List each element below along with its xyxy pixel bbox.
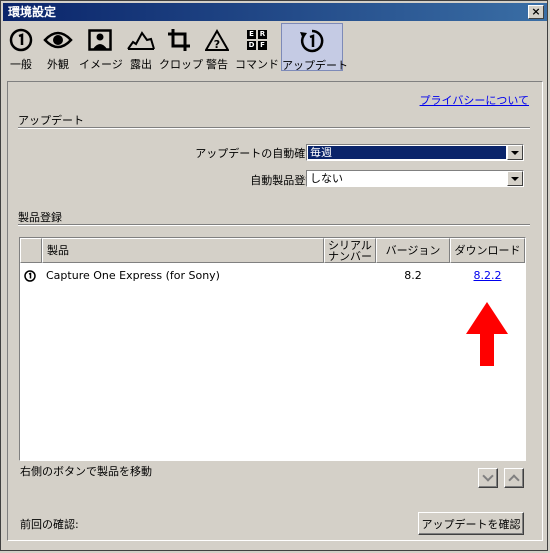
tab-update[interactable]: アップデート: [281, 23, 348, 72]
registration-section-title: 製品登録: [18, 211, 62, 224]
column-header-product[interactable]: 製品: [42, 238, 324, 263]
product-version: 8.2: [404, 269, 422, 282]
key-r: R: [258, 30, 267, 39]
last-check-label: 前回の確認:: [20, 518, 79, 531]
download-link[interactable]: 8.2.2: [450, 268, 525, 284]
tab-label: クロップ: [159, 58, 203, 71]
serial-header-line1: シリアル: [328, 238, 372, 252]
product-status-icon: [24, 268, 36, 284]
close-button[interactable]: ×: [528, 5, 544, 19]
move-hint: 右側のボタンで製品を移動: [20, 465, 152, 478]
tab-label: 警告: [206, 58, 228, 71]
crop-icon: [159, 26, 199, 54]
tab-label: 露出: [130, 58, 152, 71]
svg-text:?: ?: [214, 38, 220, 51]
update-section-divider: [18, 127, 530, 129]
auto-register-select[interactable]: しない: [306, 170, 524, 187]
title-bar[interactable]: 環境設定 ×: [3, 3, 547, 21]
auto-check-value: 毎週: [308, 146, 506, 159]
column-header-serial[interactable]: シリアル ナンバー: [324, 238, 376, 263]
auto-register-value: しない: [310, 172, 343, 185]
key-e: E: [247, 30, 256, 39]
chevron-down-icon: [482, 470, 494, 482]
update-section-title: アップデート: [18, 114, 84, 127]
portrait-icon: [79, 26, 121, 54]
check-updates-button[interactable]: アップデートを確認: [418, 512, 524, 535]
tab-label: コマンド: [235, 58, 279, 71]
content-panel: プライバシーについて アップデート アップデートの自動確認: 毎週 自動製品登録…: [7, 81, 543, 541]
tab-general[interactable]: 一般: [5, 23, 37, 71]
key-f: F: [258, 41, 267, 50]
move-down-button[interactable]: [478, 468, 498, 488]
keyboard-icon: E R D F: [235, 26, 279, 54]
warning-icon: ?: [201, 26, 233, 54]
product-name: Capture One Express (for Sony): [46, 269, 220, 282]
tab-warning[interactable]: ? 警告: [201, 23, 233, 71]
tab-crop[interactable]: クロップ: [159, 23, 203, 71]
tab-label: イメージ: [79, 58, 123, 71]
tab-label: 外観: [47, 58, 69, 71]
red-arrow-icon: [463, 300, 511, 371]
product-table: 製品 シリアル ナンバー バージョン ダウンロード Capture One Ex…: [19, 237, 526, 461]
registration-section-divider: [18, 224, 530, 226]
tab-commands[interactable]: E R D F コマンド: [235, 23, 279, 71]
window-title: 環境設定: [8, 5, 57, 19]
chevron-down-icon[interactable]: [507, 145, 523, 160]
privacy-link[interactable]: プライバシーについて: [420, 92, 529, 108]
tab-exposure[interactable]: 露出: [123, 23, 159, 71]
tab-appearance[interactable]: 外観: [39, 23, 77, 71]
preferences-window: 環境設定 × 一般 外観 イメージ 露出 クロップ ? 警告 E R D F コ…: [0, 0, 548, 551]
auto-check-select[interactable]: 毎週: [306, 144, 524, 161]
chevron-up-icon: [508, 474, 520, 486]
update-icon: [282, 27, 342, 55]
histogram-icon: [123, 26, 159, 54]
column-header-icon[interactable]: [20, 238, 42, 263]
column-header-version[interactable]: バージョン: [376, 238, 450, 263]
table-header: 製品 シリアル ナンバー バージョン ダウンロード: [20, 238, 525, 263]
key-d: D: [247, 41, 256, 50]
product-serial: [324, 268, 376, 284]
move-up-button[interactable]: [504, 468, 524, 488]
eye-icon: [39, 26, 77, 54]
info-circle-icon: [5, 26, 37, 54]
serial-header-line2: ナンバー: [328, 249, 372, 263]
chevron-down-icon[interactable]: [507, 171, 523, 186]
tab-label: 一般: [10, 58, 32, 71]
preferences-toolbar: 一般 外観 イメージ 露出 クロップ ? 警告 E R D F コマンド アップ…: [3, 22, 547, 72]
column-header-download[interactable]: ダウンロード: [450, 238, 525, 263]
tab-label: アップデート: [282, 59, 348, 72]
auto-check-label: アップデートの自動確認:: [195, 147, 320, 160]
tab-image[interactable]: イメージ: [79, 23, 123, 71]
